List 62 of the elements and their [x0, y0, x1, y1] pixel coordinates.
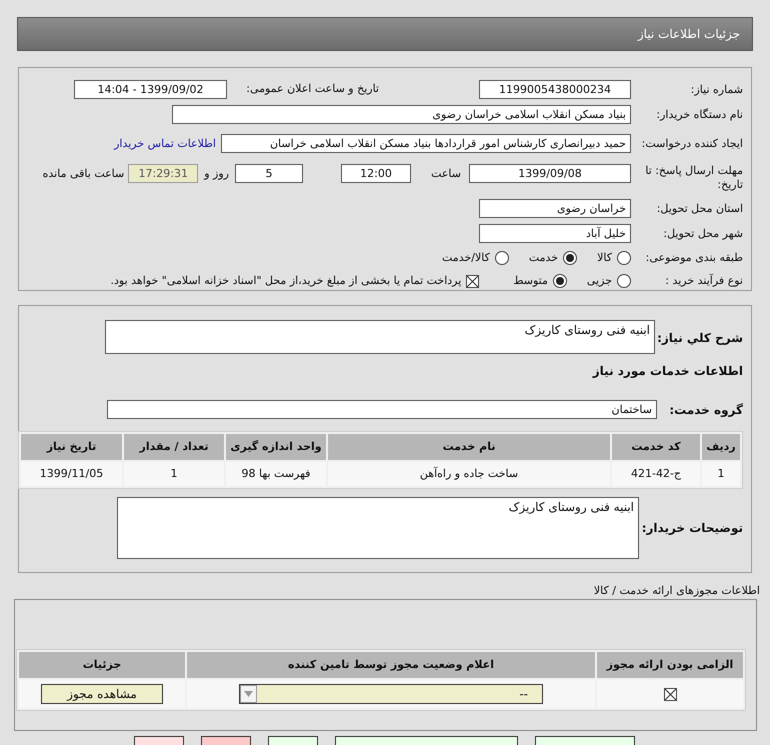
- input-field[interactable]: 5: [235, 164, 303, 183]
- checkbox[interactable]: [466, 274, 480, 288]
- column-header: اعلام وضعیت مجوز توسط تامین کننده: [187, 652, 595, 678]
- radio-label: جزیی: [586, 273, 612, 289]
- column-header: تاریخ نیاز: [21, 434, 122, 460]
- field-label: ایجاد کننده درخواست:: [640, 136, 743, 151]
- column-header: کد خدمت: [612, 434, 700, 460]
- status-dropdown[interactable]: --: [239, 684, 543, 704]
- table-cell: فهرست بها 98: [226, 462, 326, 486]
- field-label: شماره نیاز:: [690, 82, 743, 96]
- input-field[interactable]: 1399/09/02 - 14:04: [74, 80, 227, 99]
- radio-button[interactable]: [617, 274, 631, 288]
- notes-field[interactable]: ابنیه فنی روستای کاریزک: [117, 497, 639, 559]
- time-label: ساعت: [430, 166, 461, 182]
- input-field[interactable]: 1399/09/08: [469, 164, 631, 183]
- field-label: شرح کلي نیاز:: [656, 330, 743, 347]
- contact-link[interactable]: اطلاعات تماس خریدار: [114, 136, 216, 152]
- field-label: نام دستگاه خریدار:: [655, 108, 743, 122]
- input-field[interactable]: ساختمان: [107, 400, 657, 419]
- input-field[interactable]: خلیل آباد: [479, 224, 631, 244]
- radio-label: خدمت: [528, 250, 558, 266]
- checkbox[interactable]: [664, 688, 676, 700]
- field-label: گروه خدمت:: [668, 402, 743, 418]
- field-label: شهر محل تحویل:: [662, 226, 743, 241]
- countdown-field[interactable]: 17:29:31: [128, 164, 198, 183]
- radio-label: کالا/خدمت: [442, 250, 490, 266]
- column-header: تعداد / مقدار: [124, 434, 224, 460]
- column-header: ردیف: [702, 434, 740, 460]
- input-field[interactable]: 12:00: [341, 164, 411, 183]
- radio-button[interactable]: [617, 250, 631, 265]
- field-label: تاریخ و ساعت اعلان عمومی:: [245, 81, 379, 98]
- field-label: طبقه بندی موضوعی:: [644, 250, 743, 266]
- input-field[interactable]: 1199005438000234: [479, 80, 631, 99]
- checkbox-label: پرداخت تمام یا بخشی از مبلغ خرید،از محل "اسناد خزانه اسلامی" خواهد بود.: [110, 273, 462, 289]
- view-license-button[interactable]: مشاهده مجوز: [41, 684, 163, 704]
- radio-button[interactable]: [494, 250, 509, 265]
- header-title: جزئیات اطلاعات نیاز: [638, 26, 740, 43]
- column-header: جزئیات: [19, 652, 185, 678]
- table-cell: 1399/11/05: [21, 462, 122, 486]
- remaining-label: ساعت باقی مانده: [42, 166, 124, 182]
- table-cell: 1: [702, 462, 740, 486]
- radio-label: کالا: [597, 250, 612, 266]
- input-field[interactable]: حمید دبیرانصاری کارشناس امور قراردادها بنیاد مسکن انقلاب اسلامی خراسان: [221, 134, 631, 154]
- field-label: مهلت ارسال پاسخ: تا تاریخ:: [644, 164, 743, 192]
- days-label: روز و: [204, 166, 229, 182]
- column-header: واحد اندازه گیری: [226, 434, 326, 460]
- section-title: اطلاعات مجوزهای ارائه خدمت / کالا: [594, 584, 760, 597]
- description-field[interactable]: ابنیه فنی روستای کاریزک: [105, 320, 655, 354]
- section-heading: اطلاعات خدمات مورد نیاز: [592, 363, 743, 380]
- radio-button[interactable]: [552, 274, 567, 288]
- field-label: نوع فرآیند خرید :: [664, 274, 743, 288]
- column-header: الزامی بودن ارائه مجوز: [597, 652, 743, 678]
- field-label: استان محل تحویل:: [656, 202, 743, 216]
- table-cell: ساخت جاده و راه‌آهن: [328, 462, 610, 486]
- input-field[interactable]: خراسان رضوی: [479, 199, 631, 218]
- radio-label: متوسط: [513, 273, 548, 289]
- input-field[interactable]: بنیاد مسکن انقلاب اسلامی خراسان رضوی: [172, 105, 631, 124]
- radio-button[interactable]: [563, 250, 578, 265]
- table-cell: 1: [124, 462, 224, 486]
- table-cell: ج-42-421: [612, 462, 700, 486]
- column-header: نام خدمت: [328, 434, 610, 460]
- field-label: توضیحات خریدار:: [640, 520, 743, 537]
